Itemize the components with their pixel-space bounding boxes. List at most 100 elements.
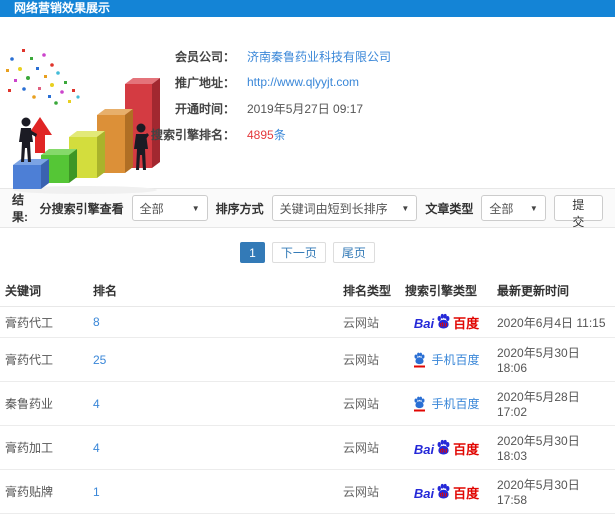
updated-cell: 2020年5月28日 17:02 [492, 381, 615, 426]
col-header-updated: 最新更新时间 [492, 275, 615, 307]
baidu-cn-text: 百度 [453, 316, 480, 331]
info-row-opened: 开通时间： 2019年5月27日 09:17 [70, 95, 391, 121]
svg-text:du: du [440, 447, 448, 454]
table-row: 膏药贴牌 1 云网站 Bai du 百度 2020年5月30日 17:58 [0, 469, 615, 514]
keyword-cell: 秦鲁药业 [0, 381, 88, 426]
engine-cell: Bai du 百度 [400, 306, 492, 338]
col-header-keyword: 关键词 [0, 275, 88, 307]
table-row: 秦鲁药业 4 云网站 Bai du 百度 [0, 381, 615, 426]
article-type-label: 文章类型 [425, 201, 474, 216]
ranking-count-label: 搜索引擎排名： [150, 127, 235, 142]
updated-cell: 2020年6月4日 11:15 [492, 306, 615, 338]
window-title-bar: 网络营销效果展示 [0, 0, 615, 17]
rank-link[interactable]: 8 [93, 315, 100, 329]
chevron-down-icon: ▼ [401, 203, 410, 213]
baidu-logo: Bai du 百度 [414, 313, 479, 330]
open-time-label: 开通时间： [174, 101, 235, 116]
sort-filter-value: 关键词由短到长排序 [279, 201, 388, 216]
engine-cell: Bai du 百度 [400, 513, 492, 520]
mobile-baidu-logo: 手机百度 [413, 396, 480, 412]
table-row: 膏药加工 4 云网站 Bai du 百度 2020年5月30日 18:03 [0, 425, 615, 470]
pagination: 1 下一页 尾页 [0, 228, 615, 275]
baidu-logo: Bai du 百度 [414, 483, 479, 500]
col-header-engine-type: 搜索引擎类型 [400, 275, 492, 307]
info-section: 会员公司： 济南秦鲁药业科技有限公司 推广地址： http://www.qlyy… [0, 17, 615, 194]
rank-type-cell: 云网站 [338, 425, 400, 470]
ranking-count-value: 4895 [247, 127, 274, 142]
ranking-count: 4895条 [247, 126, 286, 143]
table-row: 口罩贴牌 29 云网站 Bai du 百度 [0, 513, 615, 520]
next-page-button[interactable]: 下一页 [271, 242, 326, 263]
results-table: 关键词 排名 排名类型 搜索引擎类型 最新更新时间 膏药代工 8 云网站 Bai… [0, 275, 615, 520]
promo-url-label: 推广地址： [174, 75, 235, 90]
info-fields: 会员公司： 济南秦鲁药业科技有限公司 推广地址： http://www.qlyy… [70, 43, 391, 147]
baidu-cn-text: 百度 [453, 485, 480, 501]
engine-filter-select[interactable]: 全部 ▼ [131, 195, 208, 221]
article-type-value: 全部 [489, 201, 514, 216]
mobile-baidu-paw-icon [413, 352, 426, 368]
businessman-left [19, 117, 37, 162]
rank-type-cell: 云网站 [338, 513, 400, 520]
ranking-count-unit: 条 [273, 127, 286, 142]
baidu-bai-text: Bai [413, 485, 435, 501]
open-time-value: 2019年5月27日 09:17 [247, 101, 364, 116]
engine-filter-label: 分搜索引擎查看 [39, 201, 124, 216]
rank-link[interactable]: 4 [93, 441, 100, 455]
mobile-baidu-text: 手机百度 [431, 396, 480, 411]
rank-type-cell: 云网站 [338, 306, 400, 338]
info-row-ranking: 搜索引擎排名： 4895条 [70, 121, 391, 147]
updated-cell: 2020年5月30日 18:03 [492, 425, 615, 470]
keyword-cell: 膏药加工 [0, 425, 88, 470]
results-label: 结果: [12, 193, 28, 224]
keyword-cell: 口罩贴牌 [0, 513, 88, 520]
submit-button[interactable]: 提交 [553, 195, 604, 229]
mobile-baidu-text: 手机百度 [431, 352, 480, 367]
baidu-cn-text: 百度 [453, 441, 480, 457]
rank-type-cell: 云网站 [338, 337, 400, 382]
mobile-baidu-logo: 手机百度 [413, 352, 480, 368]
keyword-cell: 膏药代工 [0, 337, 88, 382]
chevron-down-icon: ▼ [191, 203, 200, 213]
svg-text:du: du [440, 491, 448, 498]
baidu-bai-text: Bai [413, 441, 435, 457]
info-row-company: 会员公司： 济南秦鲁药业科技有限公司 [70, 43, 391, 69]
filter-controls: 分搜索引擎查看 全部 ▼ 排序方式 关键词由短到长排序 ▼ 文章类型 全部 ▼ … [39, 195, 604, 229]
page-1-button[interactable]: 1 [240, 242, 265, 263]
engine-cell: Bai du 百度 [400, 425, 492, 470]
engine-cell: Bai du 百度 [400, 337, 492, 382]
col-header-rank: 排名 [88, 275, 338, 307]
confetti-dots [6, 49, 80, 105]
engine-cell: Bai du 百度 [400, 469, 492, 514]
baidu-paw-icon: du [437, 313, 450, 329]
rank-link[interactable]: 1 [93, 485, 100, 499]
keyword-cell: 膏药贴牌 [0, 469, 88, 514]
rank-type-cell: 云网站 [338, 381, 400, 426]
results-table-body: 膏药代工 8 云网站 Bai du 百度 2020年6月4日 11:15 膏药代… [0, 306, 615, 520]
baidu-paw-icon: du [437, 439, 450, 454]
table-row: 膏药代工 25 云网站 Bai du 百度 [0, 337, 615, 382]
sort-filter-label: 排序方式 [215, 201, 264, 216]
rank-type-cell: 云网站 [338, 469, 400, 514]
chevron-down-icon: ▼ [529, 203, 538, 213]
sort-filter-select[interactable]: 关键词由短到长排序 ▼ [271, 195, 418, 221]
svg-text:du: du [440, 322, 448, 329]
promo-url-link[interactable]: http://www.qlyyjt.com [247, 75, 359, 89]
updated-cell: 2020年5月30日 17:58 [492, 469, 615, 514]
company-name-link[interactable]: 济南秦鲁药业科技有限公司 [247, 48, 391, 65]
mobile-baidu-paw-icon [413, 396, 426, 412]
updated-cell: 2020年5月28日 16:55 [492, 513, 615, 520]
last-page-button[interactable]: 尾页 [332, 242, 375, 263]
rank-link[interactable]: 4 [93, 397, 100, 411]
keyword-cell: 膏药代工 [0, 306, 88, 338]
info-row-url: 推广地址： http://www.qlyyjt.com [70, 69, 391, 95]
baidu-logo: Bai du 百度 [414, 439, 479, 456]
table-header-row: 关键词 排名 排名类型 搜索引擎类型 最新更新时间 [0, 275, 615, 307]
company-label: 会员公司： [174, 49, 235, 64]
baidu-paw-icon: du [437, 483, 450, 498]
updated-cell: 2020年5月30日 18:06 [492, 337, 615, 382]
article-type-select[interactable]: 全部 ▼ [481, 195, 546, 221]
engine-cell: Bai du 百度 [400, 381, 492, 426]
rank-link[interactable]: 25 [93, 353, 106, 367]
table-row: 膏药代工 8 云网站 Bai du 百度 2020年6月4日 11:15 [0, 306, 615, 338]
page-title: 网络营销效果展示 [14, 1, 111, 15]
